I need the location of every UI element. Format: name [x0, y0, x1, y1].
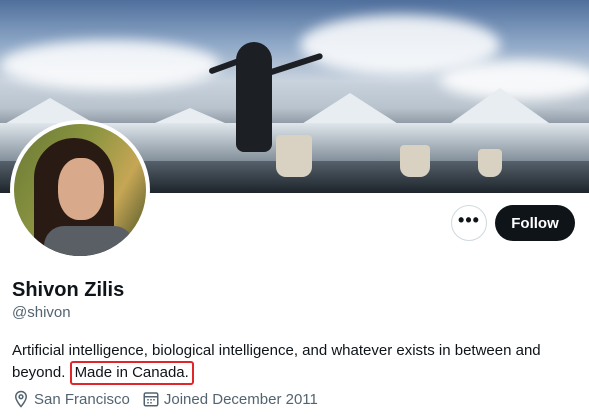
location-item: San Francisco	[12, 390, 130, 408]
follow-button[interactable]: Follow	[495, 205, 575, 241]
joined-text: Joined December 2011	[163, 390, 318, 408]
profile-handle: @shivon	[12, 304, 71, 321]
more-dots-icon: •••	[458, 210, 480, 230]
avatar-face	[58, 158, 104, 220]
profile-name: Shivon Zilis	[12, 279, 125, 301]
bio-highlight: Made in Canada.	[69, 361, 194, 385]
planter-pot	[276, 135, 312, 177]
planter-pot	[478, 149, 502, 177]
calendar-icon	[143, 392, 159, 407]
location-pin-icon	[14, 390, 28, 408]
location-text: San Francisco	[34, 390, 130, 408]
profile-bio: Artificial intelligence, biological inte…	[12, 340, 572, 385]
avatar[interactable]	[10, 120, 150, 260]
cloud	[0, 40, 220, 90]
planter-pot	[400, 145, 430, 177]
joined-item: Joined December 2011	[142, 390, 318, 408]
more-options-button[interactable]: •••	[451, 205, 487, 241]
profile-meta: San Francisco Joined December 2011	[12, 390, 330, 408]
avatar-shirt	[44, 226, 134, 256]
